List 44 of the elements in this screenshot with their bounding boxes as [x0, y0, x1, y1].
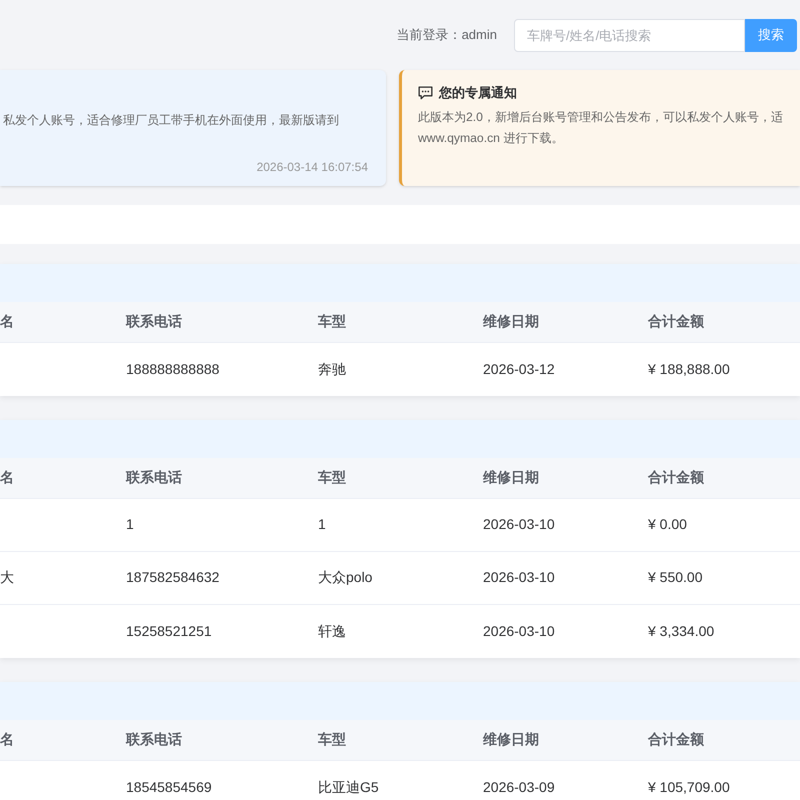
- table-cell: 187582584632: [126, 569, 220, 585]
- table-cell: 188888888888: [126, 360, 220, 376]
- column-header: 联系电话: [126, 469, 182, 485]
- notice-text: 此版本为2.0，新增后台账号管理和公告发布，可以私发个人账号，适 www.qymao.cn 进行下载。: [418, 109, 783, 147]
- table-cell: 2026-03-10: [483, 622, 555, 638]
- column-header: 合计金额: [648, 731, 704, 747]
- table-cell: ¥ 188,888.00: [648, 360, 730, 376]
- table-cell: ¥ 105,709.00: [648, 778, 730, 794]
- table-cell: 1: [318, 516, 326, 532]
- notice-text: 私发个人账号，适合修理厂员工带手机在外面使用，最新版请到: [3, 112, 339, 129]
- table-cell: 奔驰: [318, 360, 346, 376]
- table-cell: 2026-03-12: [483, 360, 555, 376]
- table-cell: 大: [0, 569, 14, 585]
- column-header: 合计金额: [648, 469, 704, 485]
- table-cell: 2026-03-09: [483, 778, 555, 794]
- table-cell: 2026-03-10: [483, 569, 555, 585]
- column-header: 车型: [318, 469, 346, 485]
- search-field[interactable]: 车牌号/姓名/电话搜索: [514, 18, 745, 52]
- notice-title: 您的专属通知: [439, 84, 517, 102]
- column-header: 车型: [318, 731, 346, 747]
- column-header: 名: [0, 731, 14, 747]
- table-cell: 2026-03-10: [483, 516, 555, 532]
- column-header: 维修日期: [483, 313, 539, 329]
- table-cell: 15258521251: [126, 622, 212, 638]
- table-cell: 轩逸: [318, 622, 346, 638]
- chat-icon: [418, 86, 433, 100]
- column-header: 名: [0, 313, 14, 329]
- table-cell: 大众polo: [318, 569, 372, 585]
- column-header: 名: [0, 469, 14, 485]
- search-button[interactable]: 搜索: [745, 18, 797, 52]
- column-header: 联系电话: [126, 313, 182, 329]
- table-cell: ¥ 0.00: [648, 516, 687, 532]
- column-header: 车型: [318, 313, 346, 329]
- table-cell: 1: [126, 516, 134, 532]
- login-status: 当前登录：admin: [396, 26, 497, 44]
- table-cell: 比亚迪G5: [318, 778, 379, 794]
- table-cell: 18545854569: [126, 778, 212, 794]
- notice-time: 2026-03-14 16:07:54: [256, 159, 368, 175]
- column-header: 维修日期: [483, 731, 539, 747]
- column-header: 合计金额: [648, 313, 704, 329]
- column-header: 联系电话: [126, 731, 182, 747]
- table-cell: ¥ 3,334.00: [648, 622, 714, 638]
- table-cell: ¥ 550.00: [648, 569, 702, 585]
- column-header: 维修日期: [483, 469, 539, 485]
